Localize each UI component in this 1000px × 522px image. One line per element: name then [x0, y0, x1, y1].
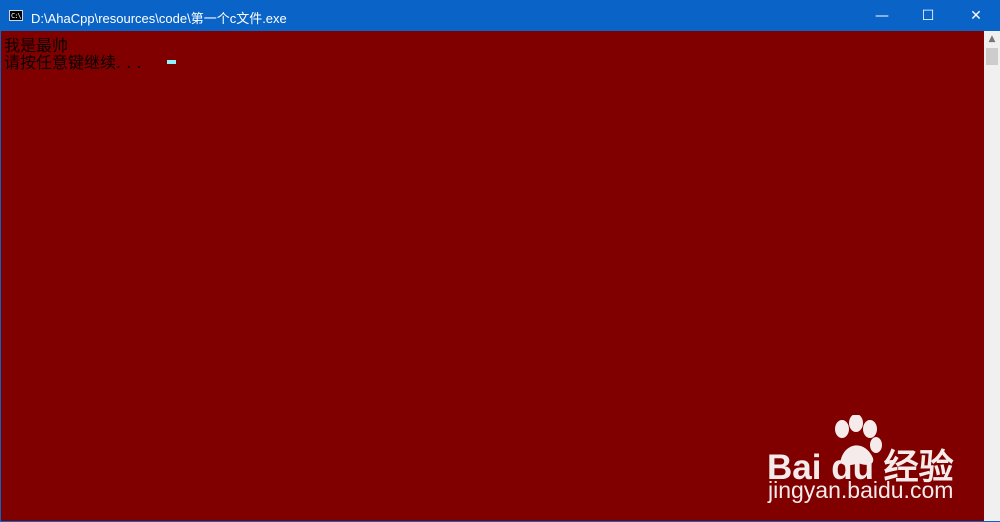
baidu-jingyan-watermark: Bai du 经验 jingyan.baidu.com	[767, 415, 987, 507]
minimize-icon: —	[875, 8, 889, 24]
watermark-site: jingyan.baidu.com	[768, 477, 954, 503]
text-cursor	[167, 60, 176, 64]
scroll-up-icon[interactable]: ▲	[984, 31, 1000, 47]
console-app-icon: C:\	[9, 10, 23, 21]
title-bar[interactable]: C:\ D:\AhaCpp\resources\code\第一个c文件.exe …	[1, 1, 999, 31]
maximize-icon: ☐	[921, 8, 935, 24]
console-window: C:\ D:\AhaCpp\resources\code\第一个c文件.exe …	[0, 0, 1000, 522]
close-icon: ✕	[970, 8, 982, 24]
scroll-thumb[interactable]	[986, 48, 998, 65]
minimize-button[interactable]: —	[859, 1, 905, 31]
console-line-2: 请按任意键继续. . .	[4, 53, 142, 72]
window-title: D:\AhaCpp\resources\code\第一个c文件.exe	[31, 11, 287, 26]
close-button[interactable]: ✕	[953, 1, 999, 31]
maximize-button[interactable]: ☐	[905, 1, 951, 31]
